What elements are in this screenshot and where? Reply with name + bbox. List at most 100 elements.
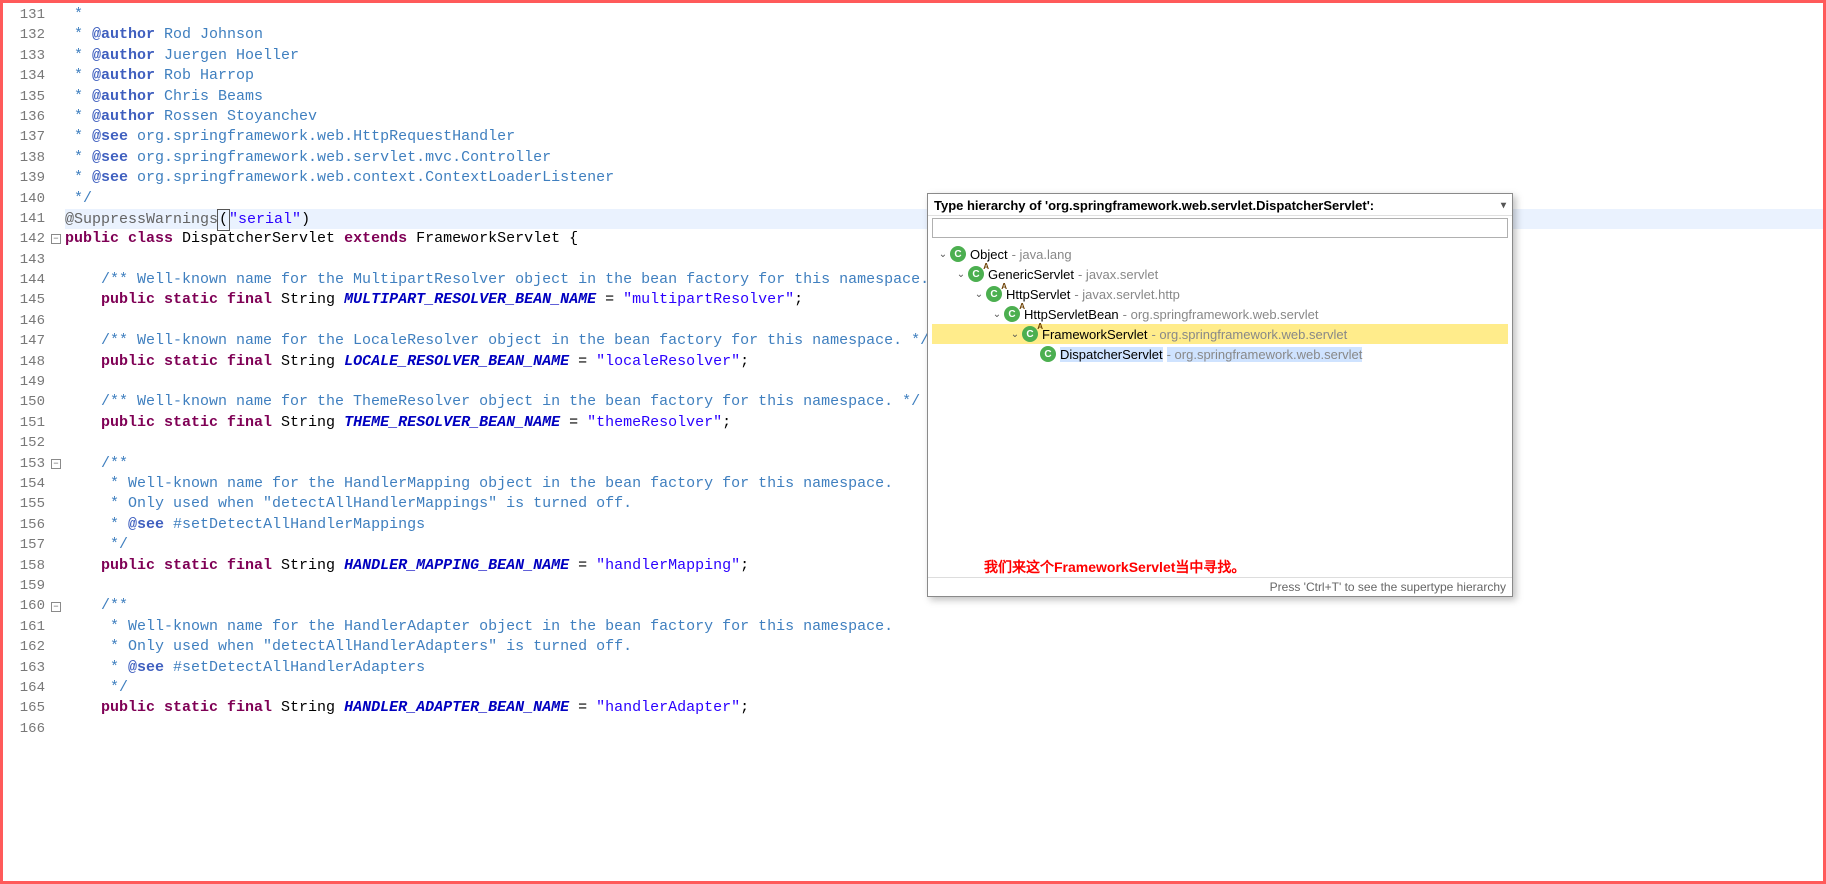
javadoc-tag: @see (92, 149, 128, 166)
tree-twisty-icon[interactable]: ⌄ (972, 289, 986, 300)
semi: ; (722, 414, 731, 431)
line-number: 131 (3, 5, 51, 25)
popup-status-bar: Press 'Ctrl+T' to see the supertype hier… (928, 577, 1512, 596)
popup-menu-icon[interactable]: ▾ (1501, 200, 1506, 211)
fold-toggle-icon[interactable]: − (51, 234, 61, 244)
fold-toggle-icon[interactable]: − (51, 602, 61, 612)
class-icon: C (1040, 346, 1056, 362)
javadoc-line: * (65, 26, 92, 43)
abstract-class-icon: C (986, 286, 1002, 302)
class-icon: C (950, 246, 966, 262)
line-number: 153 (3, 454, 51, 474)
fold-toggle-icon[interactable]: − (51, 459, 61, 469)
tree-twisty-icon[interactable]: ⌄ (936, 249, 950, 260)
javadoc-tag: @author (92, 108, 155, 125)
javadoc-line: /** Well-known name for the LocaleResolv… (101, 332, 929, 349)
line-number: 151 (3, 413, 51, 433)
type: String (281, 699, 344, 716)
type: String (281, 557, 344, 574)
line-number: 141 (3, 209, 51, 229)
abstract-class-icon: C (1004, 306, 1020, 322)
line-number: 140 (3, 189, 51, 209)
line-number: 159 (3, 576, 51, 596)
type-hierarchy-popup[interactable]: Type hierarchy of 'org.springframework.w… (927, 193, 1513, 597)
tree-twisty-icon[interactable]: ⌄ (954, 269, 968, 280)
op: = (569, 353, 596, 370)
popup-titlebar: Type hierarchy of 'org.springframework.w… (928, 194, 1512, 216)
javadoc-text: org.springframework.web.servlet.mvc.Cont… (128, 149, 551, 166)
javadoc-line: * (65, 6, 83, 23)
tree-node[interactable]: ⌄CHttpServletBean - org.springframework.… (932, 304, 1508, 324)
field-name: LOCALE_RESOLVER_BEAN_NAME (344, 353, 569, 370)
javadoc-text: org.springframework.web.HttpRequestHandl… (128, 128, 515, 145)
javadoc-tag: @author (92, 88, 155, 105)
keyword: public static final (101, 557, 281, 574)
javadoc-line: * (65, 169, 92, 186)
line-number: 154 (3, 474, 51, 494)
line-number: 158 (3, 556, 51, 576)
javadoc-end: */ (101, 536, 128, 553)
javadoc-line: /** Well-known name for the ThemeResolve… (101, 393, 920, 410)
tree-node[interactable]: ⌄CHttpServlet - javax.servlet.http (932, 284, 1508, 304)
string-literal: "localeResolver" (596, 353, 740, 370)
line-number: 143 (3, 250, 51, 270)
javadoc-end: */ (65, 190, 92, 207)
tree-node[interactable]: ⌄CObject - java.lang (932, 244, 1508, 264)
type: String (281, 414, 344, 431)
tree-node[interactable]: CDispatcherServlet - org.springframework… (932, 344, 1508, 364)
javadoc-tag: @author (92, 67, 155, 84)
tree-twisty-icon[interactable]: ⌄ (990, 309, 1004, 320)
fold-column: − − − (51, 3, 65, 881)
javadoc-text: #setDetectAllHandlerAdapters (164, 659, 425, 676)
javadoc-line: * Well-known name for the HandlerMapping… (101, 475, 893, 492)
abstract-class-icon: C (1022, 326, 1038, 342)
javadoc-line: * (65, 128, 92, 145)
line-number: 145 (3, 290, 51, 310)
parent-class: FrameworkServlet { (416, 230, 578, 247)
keyword: public class (65, 230, 182, 247)
line-number: 148 (3, 352, 51, 372)
line-number: 146 (3, 311, 51, 331)
string-literal: "multipartResolver" (623, 291, 794, 308)
abstract-class-icon: C (968, 266, 984, 282)
line-number: 135 (3, 87, 51, 107)
javadoc-text: Rod Johnson (155, 26, 263, 43)
semi: ; (794, 291, 803, 308)
semi: ; (740, 699, 749, 716)
javadoc-line: * (101, 659, 128, 676)
user-annotation: 我们来这个FrameworkServlet当中寻找。 (928, 551, 1512, 577)
javadoc-text: org.springframework.web.context.ContextL… (128, 169, 614, 186)
line-number: 142 (3, 229, 51, 249)
line-number: 164 (3, 678, 51, 698)
field-name: THEME_RESOLVER_BEAN_NAME (344, 414, 560, 431)
tree-twisty-icon[interactable]: ⌄ (1008, 329, 1022, 340)
keyword: public static final (101, 291, 281, 308)
popup-filter-input[interactable] (932, 218, 1508, 238)
javadoc-line: * (65, 47, 92, 64)
type: String (281, 291, 344, 308)
type-hierarchy-tree[interactable]: ⌄CObject - java.lang⌄CGenericServlet - j… (928, 242, 1512, 551)
class-name: DispatcherServlet (182, 230, 344, 247)
tree-node-name: Object (970, 247, 1008, 262)
op: = (560, 414, 587, 431)
op: = (569, 557, 596, 574)
string-literal: "themeResolver" (587, 414, 722, 431)
javadoc-line: * (65, 149, 92, 166)
tree-node-name: GenericServlet (988, 267, 1074, 282)
keyword: public static final (101, 699, 281, 716)
javadoc-end: */ (101, 679, 128, 696)
keyword: extends (344, 230, 416, 247)
javadoc-text: Rossen Stoyanchev (155, 108, 317, 125)
tree-node[interactable]: ⌄C GenericServlet - javax.servlet (932, 264, 1508, 284)
line-number: 155 (3, 494, 51, 514)
op: = (569, 699, 596, 716)
javadoc-start: /** (101, 597, 128, 614)
screenshot-frame: 1311321331341351361371381391401411421431… (0, 0, 1826, 884)
line-number: 147 (3, 331, 51, 351)
tree-node-package: - javax.servlet.http (1074, 287, 1180, 302)
tree-node[interactable]: ⌄CFrameworkServlet - org.springframework… (932, 324, 1508, 344)
tree-node-package: - javax.servlet (1078, 267, 1158, 282)
javadoc-line: * Well-known name for the HandlerAdapter… (101, 618, 893, 635)
keyword: public static final (101, 414, 281, 431)
string-literal: "handlerMapping" (596, 557, 740, 574)
